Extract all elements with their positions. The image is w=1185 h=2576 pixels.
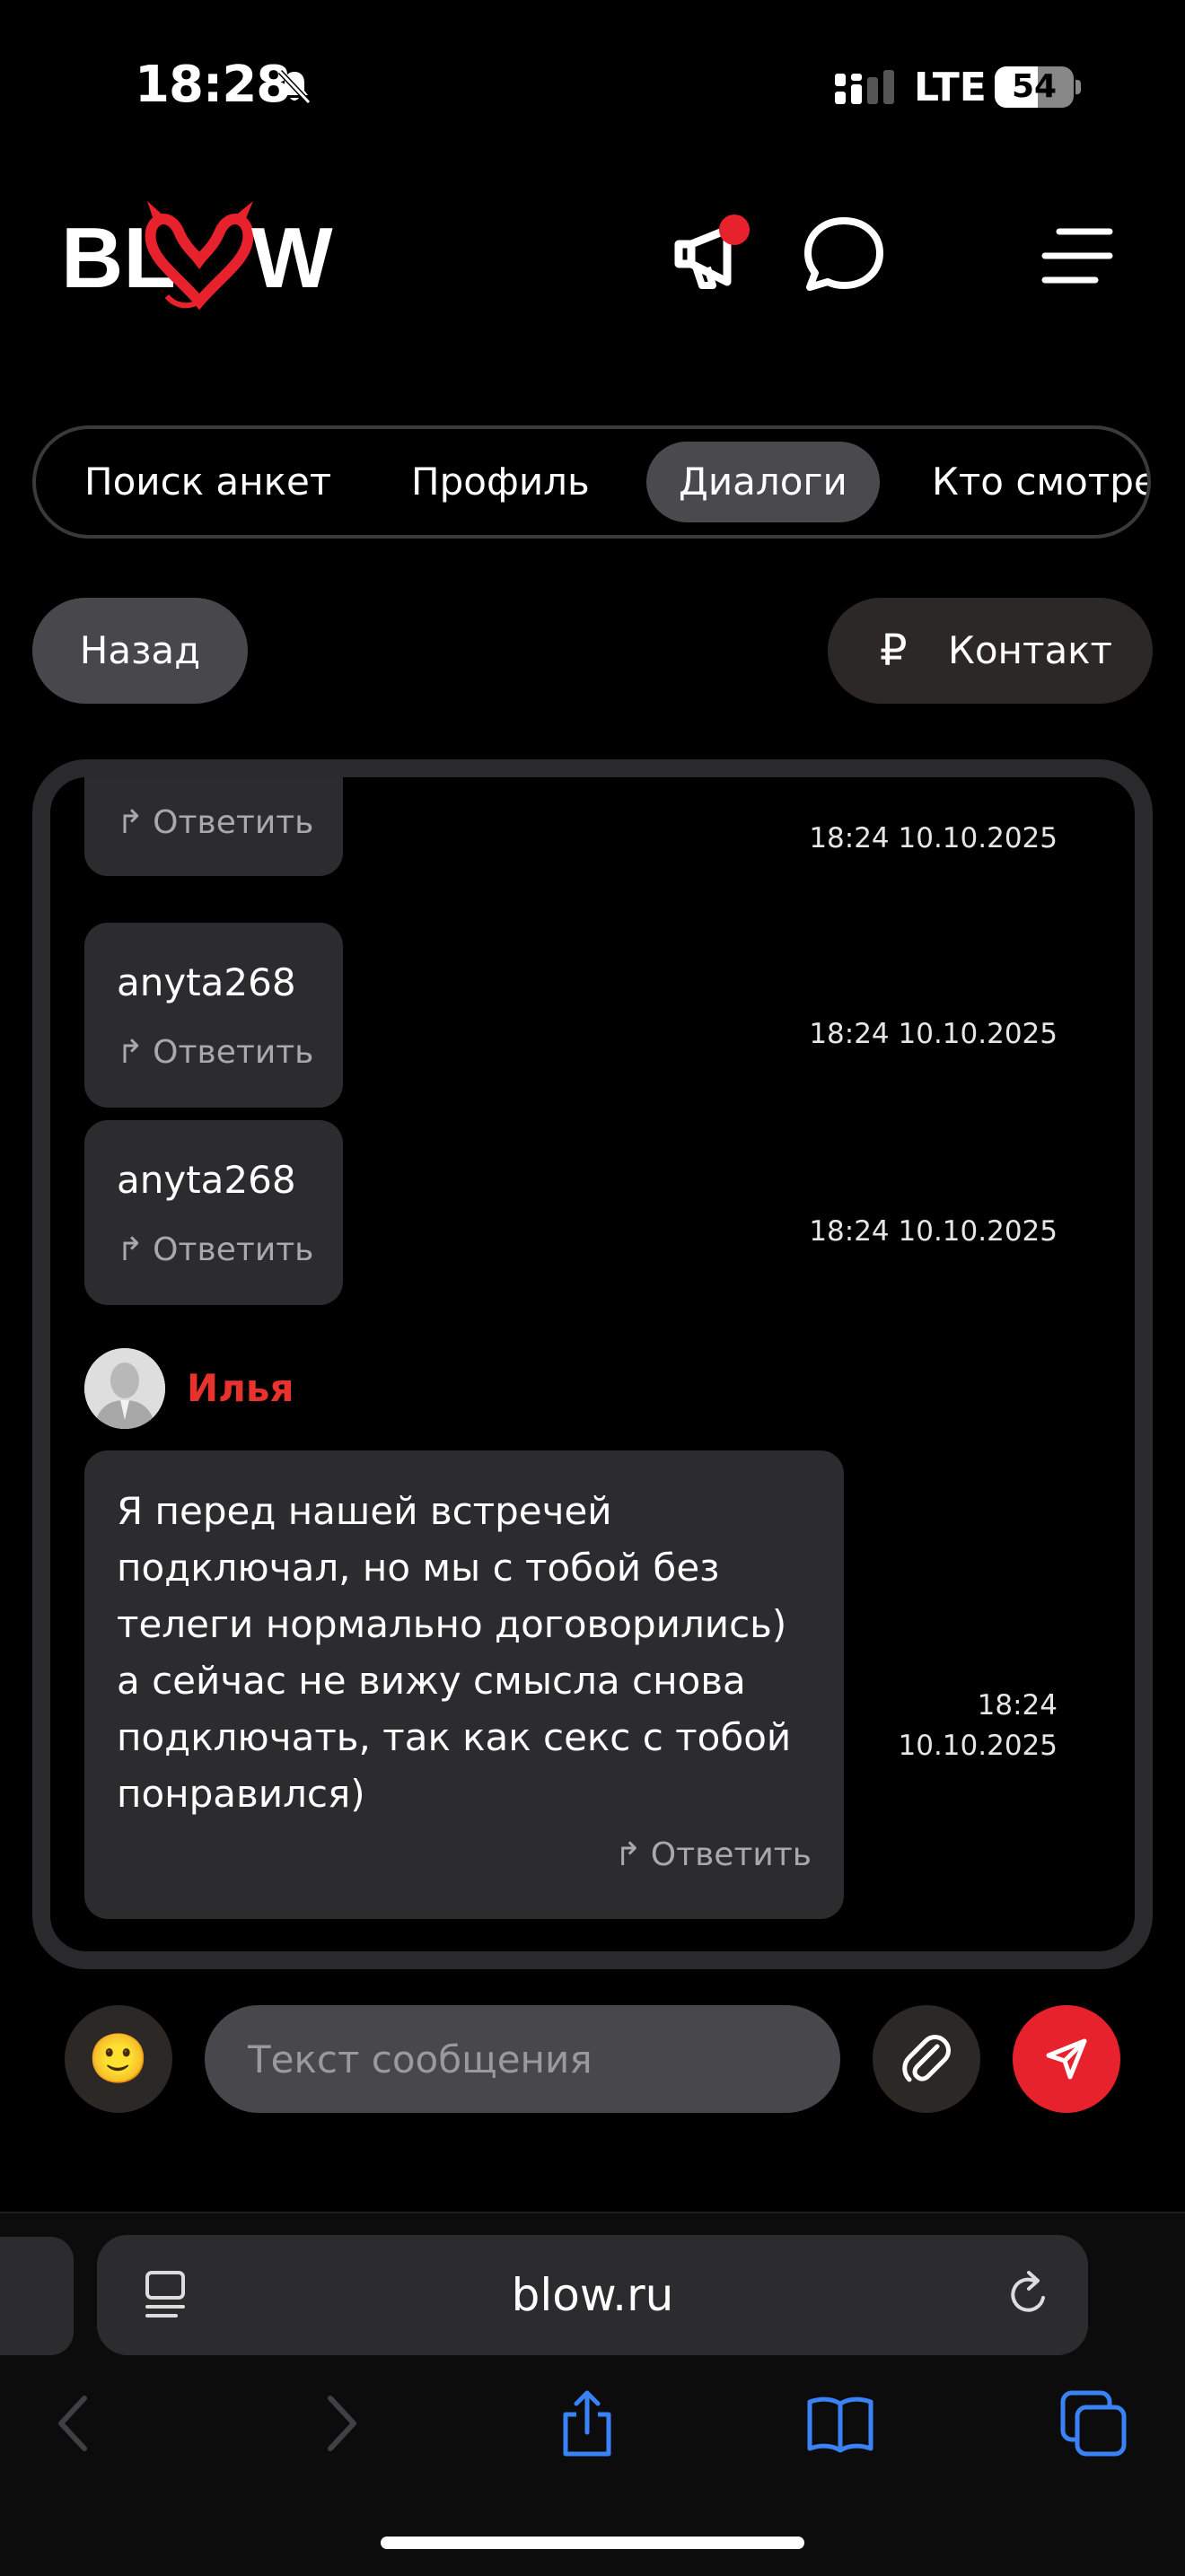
send-arrow-icon [1046, 2038, 1087, 2080]
reply-arrow-icon: ↱ [117, 1034, 145, 1071]
battery-icon: 54 [995, 66, 1081, 108]
svg-text:W: W [251, 210, 333, 306]
tab-search[interactable]: Поиск анкет [84, 442, 331, 522]
message-bubble: ↱ Ответить [84, 777, 343, 876]
send-button[interactable] [1013, 2005, 1120, 2113]
message-bubble: anyta268 ↱ Ответить [84, 1120, 343, 1305]
message-author[interactable]: Илья [187, 1366, 294, 1410]
tab-profile[interactable]: Профиль [411, 442, 590, 522]
contact-label: Контакт [948, 628, 1113, 672]
previous-tab-preview[interactable] [0, 2237, 74, 2355]
url-text[interactable]: blow.ru [97, 2235, 1088, 2355]
reply-arrow-icon: ↱ [117, 1231, 145, 1268]
tab-visitors[interactable]: Кто смотре [932, 442, 1147, 522]
user-silhouette-icon [84, 1348, 165, 1429]
reply-button[interactable]: ↱ Ответить [117, 1034, 313, 1071]
menu-icon[interactable] [1041, 224, 1113, 287]
megaphone-icon[interactable] [672, 208, 761, 298]
ruble-icon: ₽ [880, 626, 908, 676]
tab-dialogs[interactable]: Диалоги [646, 442, 880, 522]
home-indicator[interactable] [381, 2537, 804, 2549]
message-timestamp: 18:24 10.10.2025 [809, 1018, 1058, 1050]
cellular-signal-icon [835, 70, 894, 104]
message-bubble: Я перед нашей встречей подключал, но мы … [84, 1450, 844, 1919]
back-arrow-icon[interactable] [41, 2388, 113, 2459]
chat-bubble-icon[interactable] [799, 214, 889, 294]
section-tabs: Поиск анкет Профиль Диалоги Кто смотре [32, 425, 1151, 539]
silent-bell-icon [277, 69, 312, 105]
reply-arrow-icon: ↱ [614, 1836, 642, 1873]
tabs-icon[interactable] [1058, 2388, 1129, 2459]
reload-icon[interactable] [1004, 2267, 1054, 2321]
back-button[interactable]: Назад [32, 598, 248, 704]
message-timestamp: 18:24 10.10.2025 [898, 1689, 1058, 1762]
message-input[interactable] [205, 2005, 840, 2113]
status-time: 18:28 [135, 56, 291, 114]
chat-thread[interactable]: ↱ Ответить 18:24 10.10.2025 anyta268 ↱ Отв… [32, 759, 1153, 1969]
attach-button[interactable] [873, 2005, 980, 2113]
reply-button[interactable]: ↱ Ответить [117, 804, 313, 841]
reply-arrow-icon: ↱ [117, 804, 145, 841]
reply-button[interactable]: ↱ Ответить [117, 1231, 313, 1268]
message-timestamp: 18:24 10.10.2025 [809, 1215, 1058, 1248]
bookmarks-icon[interactable] [804, 2388, 876, 2459]
message-text: Я перед нашей встречей подключал, но мы … [117, 1489, 792, 1816]
blow-logo[interactable]: BL W [61, 197, 348, 314]
battery-percent: 54 [1011, 68, 1058, 105]
contact-button[interactable]: ₽ Контакт [828, 598, 1153, 704]
reply-button[interactable]: ↱ Ответить [615, 1836, 812, 1873]
network-type: LTE [914, 65, 987, 110]
forward-arrow-icon[interactable] [302, 2388, 373, 2459]
paperclip-icon [902, 2035, 951, 2082]
message-bubble: anyta268 ↱ Ответить [84, 923, 343, 1108]
share-icon[interactable] [551, 2388, 623, 2459]
emoji-button[interactable]: 🙂 [65, 2005, 172, 2113]
avatar[interactable] [84, 1348, 165, 1429]
message-sender: anyta268 [117, 1158, 296, 1202]
message-sender: anyta268 [117, 960, 296, 1004]
message-timestamp: 18:24 10.10.2025 [809, 822, 1058, 854]
